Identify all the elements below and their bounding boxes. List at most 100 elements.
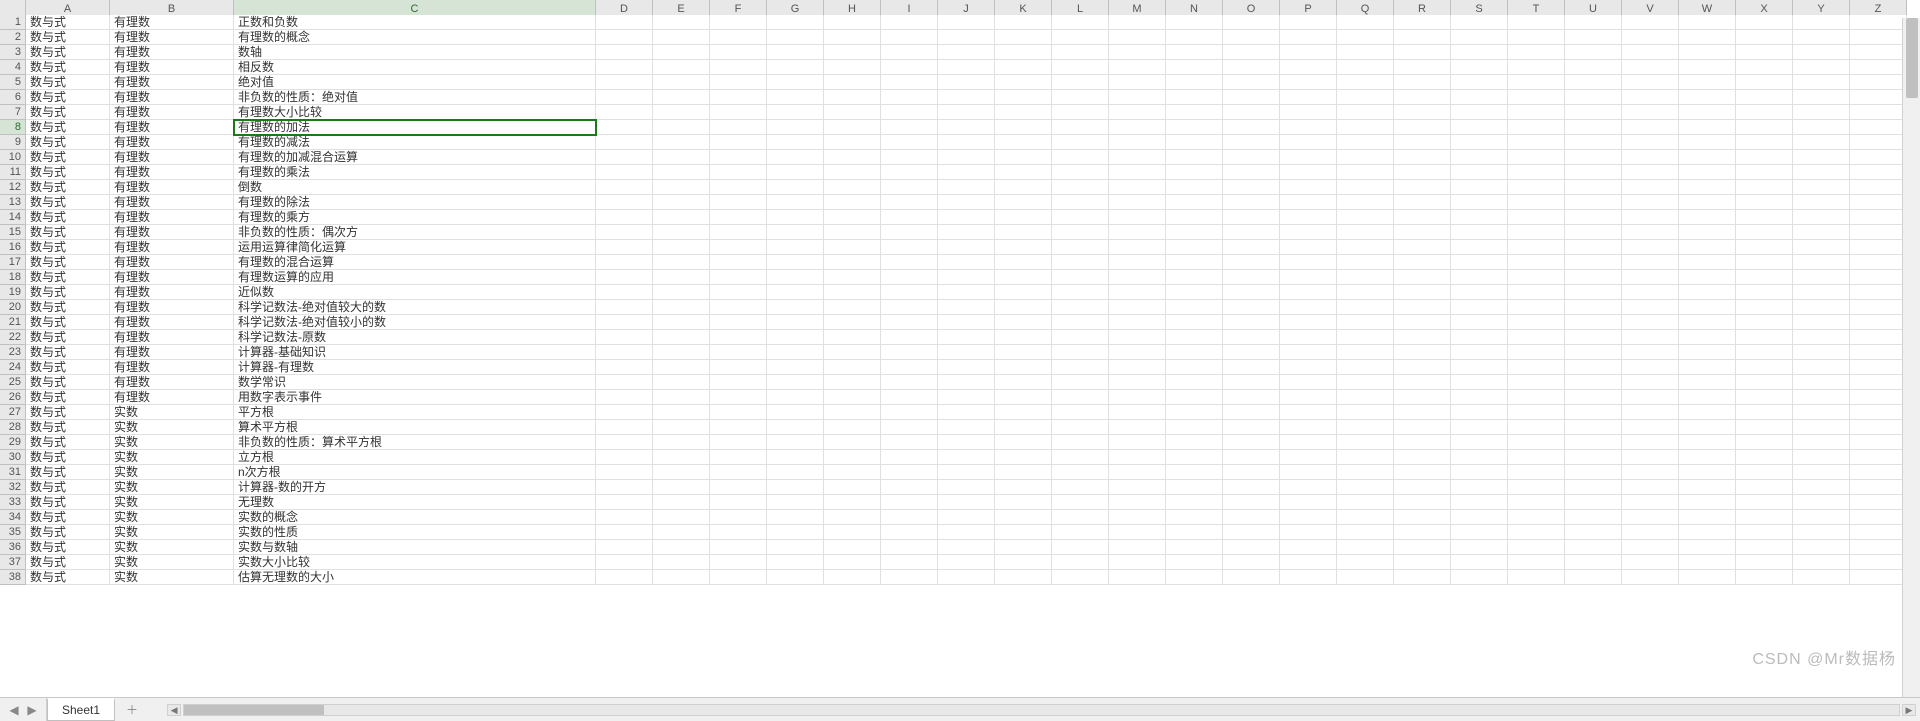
cell[interactable] bbox=[995, 570, 1052, 585]
cell[interactable] bbox=[1793, 60, 1850, 75]
cell[interactable] bbox=[1394, 360, 1451, 375]
cell[interactable] bbox=[1052, 135, 1109, 150]
cell[interactable] bbox=[1622, 345, 1679, 360]
cell[interactable] bbox=[1850, 360, 1907, 375]
cell[interactable] bbox=[1622, 210, 1679, 225]
cell[interactable] bbox=[1223, 105, 1280, 120]
cell[interactable] bbox=[767, 360, 824, 375]
cell[interactable] bbox=[824, 195, 881, 210]
cell[interactable] bbox=[1280, 390, 1337, 405]
cell[interactable] bbox=[596, 285, 653, 300]
cell[interactable] bbox=[995, 435, 1052, 450]
cell[interactable] bbox=[596, 150, 653, 165]
cell[interactable] bbox=[995, 105, 1052, 120]
cell[interactable] bbox=[1109, 465, 1166, 480]
cell[interactable] bbox=[1565, 45, 1622, 60]
cell[interactable] bbox=[710, 285, 767, 300]
cell[interactable] bbox=[1679, 105, 1736, 120]
cell[interactable] bbox=[1052, 390, 1109, 405]
cell[interactable]: 实数大小比较 bbox=[234, 555, 596, 570]
cell[interactable] bbox=[596, 240, 653, 255]
cell[interactable] bbox=[1793, 195, 1850, 210]
row-header[interactable]: 6 bbox=[0, 90, 26, 105]
cell[interactable]: 非负数的性质：算术平方根 bbox=[234, 435, 596, 450]
cell[interactable] bbox=[1622, 165, 1679, 180]
cell[interactable] bbox=[596, 390, 653, 405]
cell[interactable] bbox=[995, 420, 1052, 435]
cell[interactable] bbox=[1166, 150, 1223, 165]
cell[interactable] bbox=[1223, 75, 1280, 90]
cell[interactable] bbox=[1394, 435, 1451, 450]
cell[interactable] bbox=[1622, 480, 1679, 495]
cell[interactable] bbox=[1508, 315, 1565, 330]
cell[interactable]: 科学记数法-绝对值较小的数 bbox=[234, 315, 596, 330]
cell[interactable] bbox=[1052, 195, 1109, 210]
cell[interactable]: 数与式 bbox=[26, 405, 110, 420]
row-header[interactable]: 4 bbox=[0, 60, 26, 75]
cell[interactable] bbox=[1679, 555, 1736, 570]
cell[interactable]: 数与式 bbox=[26, 180, 110, 195]
cell[interactable] bbox=[1280, 405, 1337, 420]
cell[interactable] bbox=[938, 240, 995, 255]
cell[interactable] bbox=[1223, 210, 1280, 225]
cell[interactable] bbox=[938, 15, 995, 30]
cell[interactable] bbox=[1394, 120, 1451, 135]
cell[interactable] bbox=[1565, 225, 1622, 240]
cell[interactable] bbox=[1337, 195, 1394, 210]
row-header[interactable]: 11 bbox=[0, 165, 26, 180]
row-header[interactable]: 12 bbox=[0, 180, 26, 195]
cell[interactable] bbox=[767, 285, 824, 300]
cell[interactable] bbox=[1166, 285, 1223, 300]
cell[interactable] bbox=[767, 120, 824, 135]
cell[interactable] bbox=[1793, 255, 1850, 270]
cell[interactable] bbox=[767, 75, 824, 90]
cell[interactable]: 实数 bbox=[110, 435, 234, 450]
cell[interactable] bbox=[824, 375, 881, 390]
cell[interactable] bbox=[1565, 30, 1622, 45]
cell[interactable] bbox=[1508, 105, 1565, 120]
cell[interactable] bbox=[1394, 15, 1451, 30]
cell[interactable] bbox=[1109, 135, 1166, 150]
cell[interactable] bbox=[1679, 390, 1736, 405]
cell[interactable] bbox=[710, 45, 767, 60]
cell[interactable] bbox=[767, 540, 824, 555]
row-header[interactable]: 5 bbox=[0, 75, 26, 90]
cell[interactable] bbox=[1451, 285, 1508, 300]
cell[interactable] bbox=[596, 90, 653, 105]
cell[interactable] bbox=[1337, 105, 1394, 120]
cell[interactable]: 数与式 bbox=[26, 435, 110, 450]
cell[interactable] bbox=[1052, 375, 1109, 390]
cell[interactable] bbox=[1223, 285, 1280, 300]
cell[interactable] bbox=[1109, 570, 1166, 585]
cell[interactable] bbox=[1052, 525, 1109, 540]
cell[interactable] bbox=[1793, 435, 1850, 450]
cell[interactable] bbox=[653, 45, 710, 60]
cell[interactable] bbox=[1394, 345, 1451, 360]
cell[interactable] bbox=[1793, 225, 1850, 240]
cell[interactable] bbox=[1508, 390, 1565, 405]
cell[interactable] bbox=[995, 390, 1052, 405]
cell[interactable] bbox=[1622, 330, 1679, 345]
cell[interactable] bbox=[1166, 450, 1223, 465]
cell[interactable] bbox=[1052, 435, 1109, 450]
cell[interactable]: 实数与数轴 bbox=[234, 540, 596, 555]
cell[interactable] bbox=[710, 225, 767, 240]
cell[interactable] bbox=[1337, 225, 1394, 240]
cell[interactable] bbox=[1679, 210, 1736, 225]
cell[interactable]: 有理数 bbox=[110, 255, 234, 270]
cell[interactable] bbox=[1166, 570, 1223, 585]
cell[interactable] bbox=[1280, 195, 1337, 210]
cell[interactable] bbox=[1736, 15, 1793, 30]
cell[interactable] bbox=[710, 165, 767, 180]
grid-viewport[interactable]: ABCDEFGHIJKLMNOPQRSTUVWXYZ1数与式有理数正数和负数2数… bbox=[0, 0, 1920, 697]
cell[interactable] bbox=[710, 75, 767, 90]
cell[interactable] bbox=[1109, 450, 1166, 465]
cell[interactable] bbox=[596, 495, 653, 510]
cell[interactable]: 有理数 bbox=[110, 240, 234, 255]
cell[interactable] bbox=[1508, 270, 1565, 285]
cell[interactable] bbox=[596, 225, 653, 240]
cell[interactable] bbox=[1109, 180, 1166, 195]
cell[interactable] bbox=[1109, 90, 1166, 105]
cell[interactable] bbox=[710, 420, 767, 435]
cell[interactable]: 实数 bbox=[110, 450, 234, 465]
